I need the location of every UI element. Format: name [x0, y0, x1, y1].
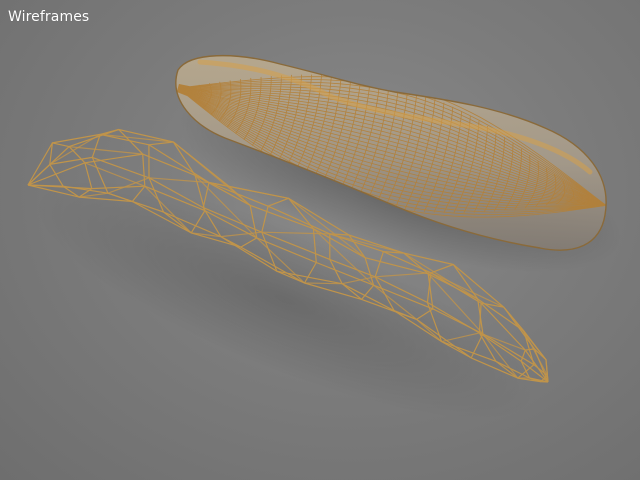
- lowpoly-diagonal-edge: [100, 133, 174, 143]
- lowpoly-diagonal-edge: [69, 146, 143, 155]
- lowpoly-long-edge: [477, 298, 525, 332]
- image-title: Wireframes: [8, 9, 89, 25]
- lowpoly-long-edge: [533, 364, 548, 377]
- lowpoly-cap-edge: [27, 146, 70, 186]
- render-viewport: Wireframes: [8, 9, 622, 421]
- lowpoly-cap-edge: [27, 142, 53, 186]
- lowpoly-long-edge: [92, 156, 150, 179]
